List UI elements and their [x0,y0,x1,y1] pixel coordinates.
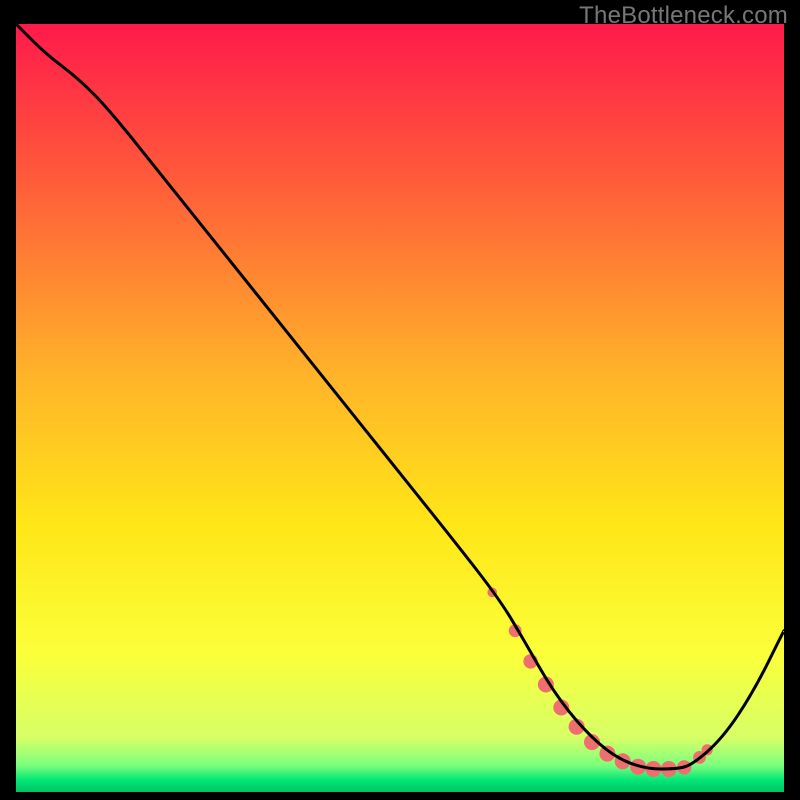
chart-svg [16,24,784,792]
watermark-text: TheBottleneck.com [579,2,788,30]
chart-frame [16,24,784,792]
